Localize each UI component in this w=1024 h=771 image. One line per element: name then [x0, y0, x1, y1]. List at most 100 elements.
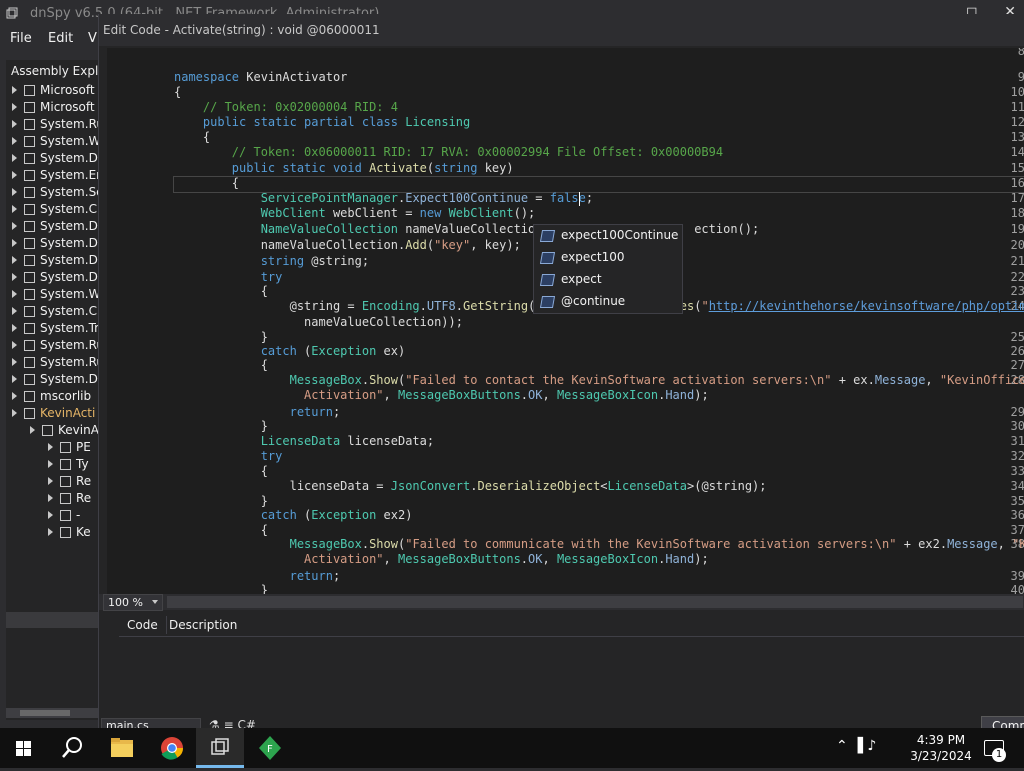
- tree-item[interactable]: System.En: [6, 167, 98, 184]
- code-line[interactable]: Activation", MessageBoxButtons.OK, Messa…: [174, 552, 709, 566]
- tree-item[interactable]: System.C: [6, 303, 98, 320]
- tree-item[interactable]: System.C: [6, 201, 98, 218]
- code-line[interactable]: ServicePointManager.Expect100Continue = …: [174, 191, 593, 205]
- tree-item[interactable]: System.W: [6, 286, 98, 303]
- chevron-right-icon[interactable]: [48, 477, 53, 485]
- app-taskbar-button[interactable]: F: [246, 728, 294, 768]
- search-button[interactable]: [48, 728, 96, 768]
- code-line[interactable]: // Token: 0x02000004 RID: 4: [174, 100, 398, 114]
- chevron-right-icon[interactable]: [12, 171, 17, 179]
- tree-item[interactable]: Re: [6, 473, 98, 490]
- chevron-right-icon[interactable]: [12, 205, 17, 213]
- code-line[interactable]: try: [174, 270, 283, 284]
- code-line[interactable]: public static void Activate(string key): [174, 161, 514, 175]
- chevron-right-icon[interactable]: [48, 460, 53, 468]
- code-line[interactable]: {: [174, 130, 210, 144]
- tree-item[interactable]: System.D: [6, 150, 98, 167]
- system-tray[interactable]: ⌃ ▐ ♪: [836, 738, 876, 754]
- code-line[interactable]: try: [174, 449, 283, 463]
- code-line[interactable]: namespace KevinActivator: [174, 70, 347, 84]
- zoom-combo[interactable]: 100 %: [103, 594, 163, 611]
- chevron-down-icon[interactable]: [152, 600, 158, 604]
- chevron-right-icon[interactable]: [12, 307, 17, 315]
- chevron-right-icon[interactable]: [12, 341, 17, 349]
- tree-item[interactable]: mscorlib: [6, 388, 98, 405]
- tree-item[interactable]: System.Ru: [6, 337, 98, 354]
- completion-item[interactable]: @continue: [534, 291, 682, 313]
- code-line[interactable]: {: [174, 358, 268, 372]
- code-line[interactable]: return;: [174, 569, 341, 583]
- code-line[interactable]: {: [174, 523, 268, 537]
- code-line[interactable]: nameValueCollection.Add("key", key);: [174, 238, 521, 252]
- chevron-right-icon[interactable]: [48, 443, 53, 451]
- assembly-explorer-hscrollbar[interactable]: [6, 708, 98, 718]
- tree-item[interactable]: System.Se: [6, 184, 98, 201]
- dnspy-taskbar-button[interactable]: [196, 728, 244, 768]
- completion-item[interactable]: expect100Continue: [534, 225, 682, 247]
- tree-item[interactable]: KevinA: [6, 422, 98, 439]
- code-line[interactable]: WebClient webClient = new WebClient();: [174, 206, 536, 220]
- chevron-right-icon[interactable]: [48, 528, 53, 536]
- code-editor[interactable]: 8 9 namespace KevinActivator 10 { 11 // …: [107, 48, 1024, 594]
- menu-edit[interactable]: Edit: [48, 31, 73, 46]
- chevron-right-icon[interactable]: [12, 273, 17, 281]
- chevron-right-icon[interactable]: [12, 324, 17, 332]
- column-description[interactable]: Description: [169, 618, 237, 632]
- code-line[interactable]: }: [174, 419, 268, 433]
- code-line[interactable]: {: [174, 284, 268, 298]
- code-line[interactable]: nameValueCollection));: [174, 315, 463, 329]
- tree-item[interactable]: System.D: [6, 269, 98, 286]
- tree-item[interactable]: System.D: [6, 235, 98, 252]
- code-line[interactable]: return;: [174, 405, 341, 419]
- chevron-right-icon[interactable]: [12, 86, 17, 94]
- code-line[interactable]: }: [174, 330, 268, 344]
- tree-item[interactable]: System.D: [6, 252, 98, 269]
- tree-item[interactable]: Ke: [6, 524, 98, 541]
- column-code[interactable]: Code: [127, 618, 158, 632]
- chevron-right-icon[interactable]: [12, 154, 17, 162]
- chevron-right-icon[interactable]: [12, 409, 17, 417]
- chrome-button[interactable]: [148, 728, 196, 768]
- dialog-titlebar[interactable]: Edit Code - Activate(string) : void @060…: [99, 14, 1024, 46]
- code-line[interactable]: licenseData = JsonConvert.DeserializeObj…: [174, 479, 767, 493]
- menu-view[interactable]: V: [88, 31, 97, 46]
- chevron-right-icon[interactable]: [12, 256, 17, 264]
- code-line[interactable]: MessageBox.Show("Failed to contact the K…: [174, 373, 1024, 387]
- code-line[interactable]: public static partial class Licensing: [174, 115, 470, 129]
- chevron-right-icon[interactable]: [48, 511, 53, 519]
- tree-item[interactable]: Re: [6, 490, 98, 507]
- completion-item[interactable]: expect100: [534, 247, 682, 269]
- completion-item[interactable]: expect: [534, 269, 682, 291]
- scroll-thumb[interactable]: [20, 710, 70, 716]
- chevron-right-icon[interactable]: [12, 392, 17, 400]
- code-line[interactable]: LicenseData licenseData;: [174, 434, 434, 448]
- code-line[interactable]: string @string;: [174, 254, 369, 268]
- tree-item[interactable]: System.Tr: [6, 320, 98, 337]
- tree-item[interactable]: Microsoft: [6, 99, 98, 116]
- code-line[interactable]: catch (Exception ex): [174, 344, 406, 358]
- chevron-right-icon[interactable]: [12, 290, 17, 298]
- tree-item[interactable]: PE: [6, 439, 98, 456]
- start-button[interactable]: [0, 728, 48, 768]
- chevron-right-icon[interactable]: [12, 120, 17, 128]
- code-line[interactable]: {: [174, 464, 268, 478]
- chevron-right-icon[interactable]: [48, 494, 53, 502]
- column-divider[interactable]: [166, 616, 167, 634]
- tree-item[interactable]: System.D: [6, 371, 98, 388]
- file-explorer-button[interactable]: [98, 728, 146, 768]
- panel-splitter[interactable]: [6, 612, 98, 628]
- code-line[interactable]: }: [174, 583, 268, 594]
- tree-item[interactable]: System.D: [6, 218, 98, 235]
- chevron-right-icon[interactable]: [12, 222, 17, 230]
- code-line[interactable]: // Token: 0x06000011 RID: 17 RVA: 0x0000…: [174, 145, 723, 159]
- code-line[interactable]: {: [174, 176, 239, 190]
- code-line[interactable]: MessageBox.Show("Failed to communicate w…: [174, 537, 1024, 551]
- tree-item[interactable]: System.Ru: [6, 354, 98, 371]
- tree-item[interactable]: -: [6, 507, 98, 524]
- menu-file[interactable]: File: [10, 31, 32, 46]
- code-line[interactable]: }: [174, 494, 268, 508]
- tree-item[interactable]: Microsoft: [6, 82, 98, 99]
- clock[interactable]: 4:39 PM 3/23/2024: [906, 732, 976, 764]
- tree-item[interactable]: System.Ru: [6, 116, 98, 133]
- chevron-right-icon[interactable]: [12, 239, 17, 247]
